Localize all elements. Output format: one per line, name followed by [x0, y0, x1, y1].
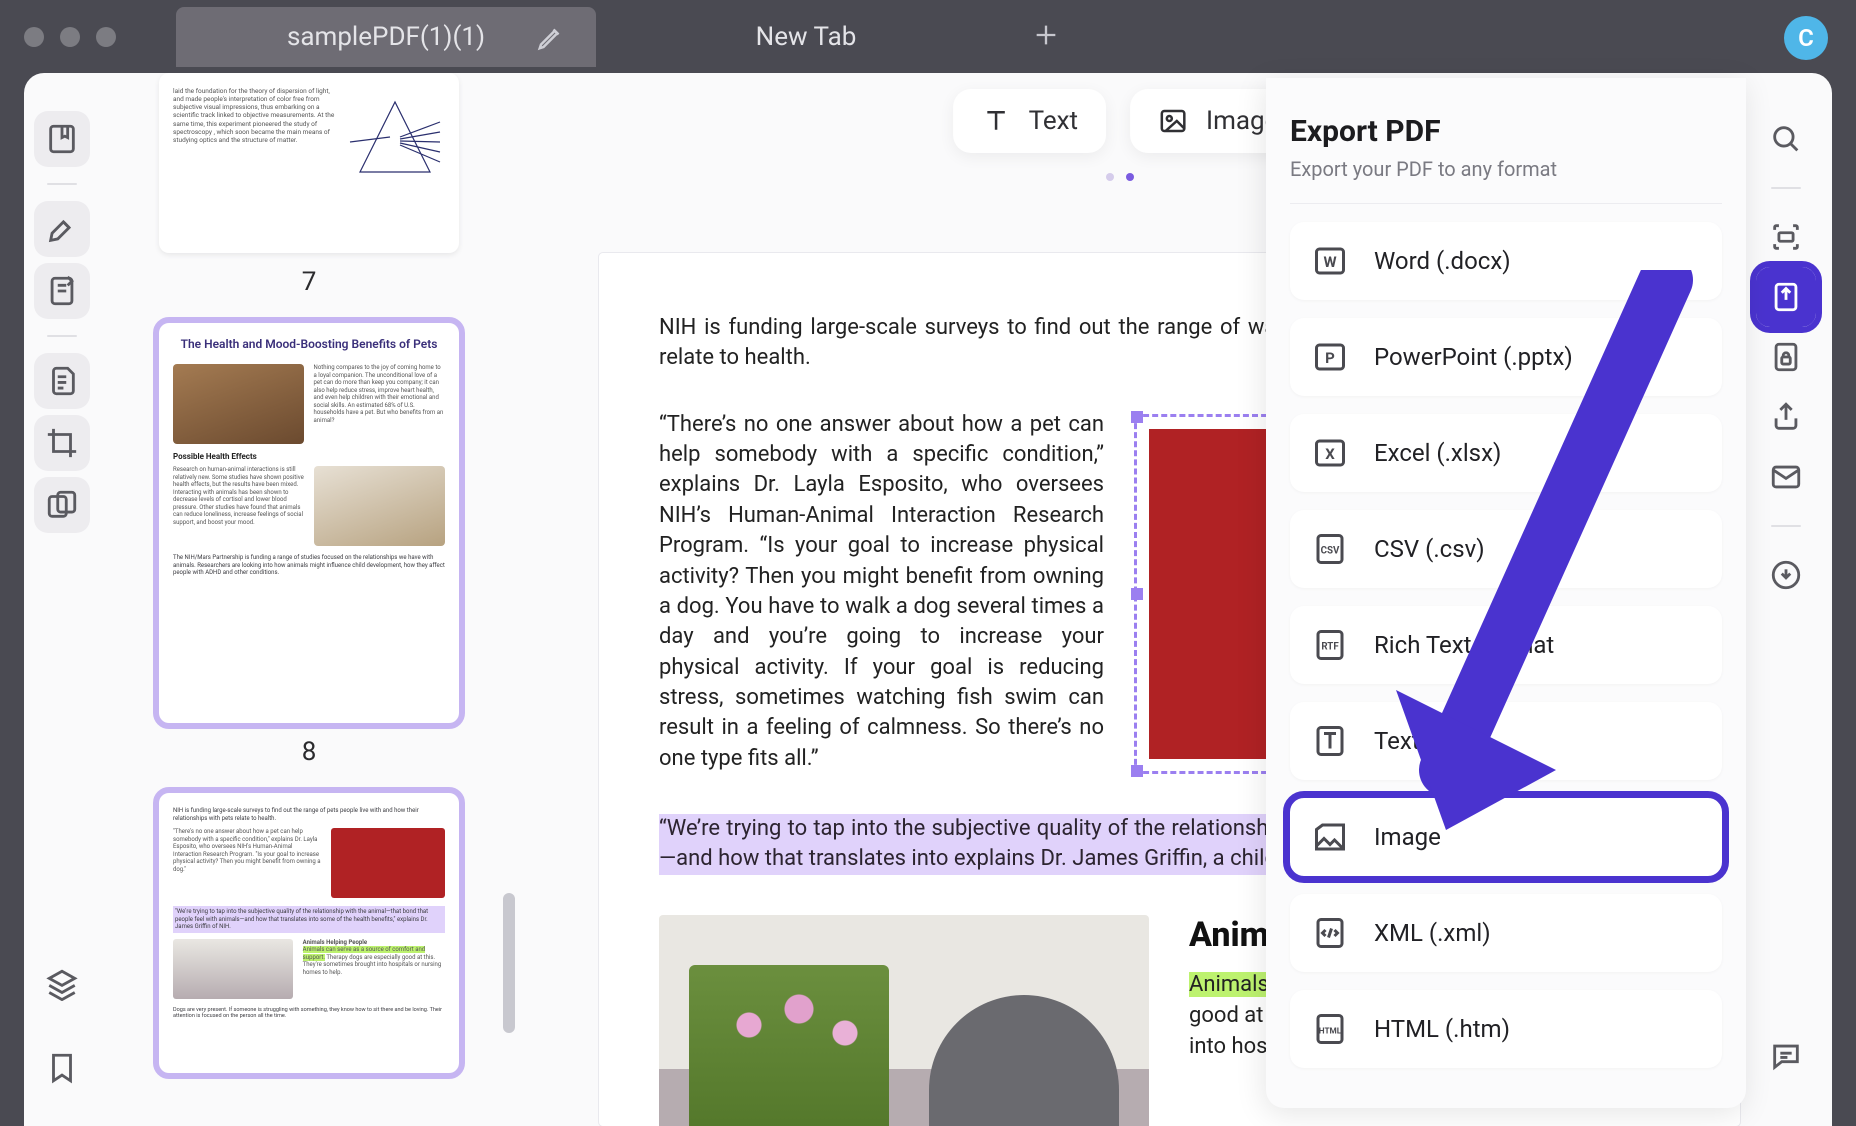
green-highlight: Animals [1189, 972, 1269, 997]
compare-icon[interactable] [34, 477, 90, 533]
export-ppt[interactable]: P PowerPoint (.pptx) [1290, 318, 1722, 396]
annotate-page-icon[interactable] [34, 263, 90, 319]
image-icon [1158, 106, 1188, 136]
comment-icon[interactable] [1756, 1026, 1816, 1086]
mail-icon[interactable] [1756, 447, 1816, 507]
resize-handle[interactable] [1131, 765, 1143, 777]
tool-text-label: Text [1029, 106, 1078, 136]
export-rtf-label: Rich Text Format [1374, 631, 1554, 659]
svg-text:W: W [1323, 253, 1336, 271]
traffic-min[interactable] [60, 27, 80, 47]
edit-tab-icon[interactable] [536, 22, 566, 52]
dot [1106, 173, 1114, 181]
html-icon: HTML [1312, 1011, 1348, 1047]
panel-subtitle: Export your PDF to any format [1290, 157, 1722, 181]
save-icon[interactable] [1756, 545, 1816, 605]
tab-new-label: New Tab [756, 22, 857, 52]
avatar[interactable]: C [1784, 16, 1828, 60]
export-txt[interactable]: Text (.txt) [1290, 702, 1722, 780]
search-icon[interactable] [1756, 109, 1816, 169]
bookmark-panel-icon[interactable] [34, 111, 90, 167]
export-panel: Export PDF Export your PDF to any format… [1266, 78, 1746, 1108]
highlighter-icon[interactable] [34, 201, 90, 257]
rail-separator [47, 335, 77, 337]
thumb-page-9[interactable]: NIH is funding large-scale surveys to fi… [159, 793, 459, 1073]
rail-separator [1771, 187, 1801, 189]
export-icon[interactable] [1756, 267, 1816, 327]
thumb-number: 8 [139, 737, 479, 767]
export-xml-label: XML (.xml) [1374, 919, 1491, 947]
layers-icon[interactable] [34, 956, 90, 1012]
xml-icon [1312, 915, 1348, 951]
export-excel[interactable]: X Excel (.xlsx) [1290, 414, 1722, 492]
export-excel-label: Excel (.xlsx) [1374, 439, 1501, 467]
svg-text:X: X [1325, 445, 1335, 463]
traffic-close[interactable] [24, 27, 44, 47]
csv-icon: CSV [1312, 531, 1348, 567]
svg-text:HTML: HTML [1319, 1027, 1342, 1037]
panel-divider [1290, 203, 1722, 204]
ocr-icon[interactable] [1756, 207, 1816, 267]
tool-indicator [1106, 173, 1154, 181]
add-tab-button[interactable] [1016, 16, 1076, 58]
export-word-label: Word (.docx) [1374, 247, 1511, 275]
edit-toolbar: Text Image [953, 89, 1307, 153]
tab-active[interactable]: samplePDF(1)(1) [176, 7, 596, 67]
tab-active-label: samplePDF(1)(1) [287, 22, 485, 52]
svg-text:RTF: RTF [1321, 642, 1339, 653]
txt-icon [1312, 723, 1348, 759]
thumb-subhead: Possible Health Effects [173, 452, 445, 462]
svg-text:P: P [1325, 349, 1335, 367]
export-word[interactable]: W Word (.docx) [1290, 222, 1722, 300]
export-html[interactable]: HTML HTML (.htm) [1290, 990, 1722, 1068]
ppt-icon: P [1312, 339, 1348, 375]
export-image-label: Image [1374, 823, 1441, 851]
rail-separator [1771, 525, 1801, 527]
resize-handle[interactable] [1131, 588, 1143, 600]
tab-new[interactable]: New Tab [596, 7, 1016, 67]
thumb-page-7[interactable]: laid the foundation for the theory of di… [159, 73, 459, 253]
excel-icon: X [1312, 435, 1348, 471]
left-rail [24, 73, 99, 1126]
text-icon [981, 106, 1011, 136]
resize-handle[interactable] [1131, 411, 1143, 423]
image-file-icon [1312, 819, 1348, 855]
word-icon: W [1312, 243, 1348, 279]
traffic-max[interactable] [96, 27, 116, 47]
export-csv[interactable]: CSV CSV (.csv) [1290, 510, 1722, 588]
tool-text[interactable]: Text [953, 89, 1106, 153]
rtf-icon: RTF [1312, 627, 1348, 663]
export-image[interactable]: Image [1290, 798, 1722, 876]
export-xml[interactable]: XML (.xml) [1290, 894, 1722, 972]
thumb-page-8[interactable]: The Health and Mood-Boosting Benefits of… [159, 323, 459, 723]
export-ppt-label: PowerPoint (.pptx) [1374, 343, 1573, 371]
tab-bar: samplePDF(1)(1) New Tab [176, 0, 1076, 73]
doc-quote: “There’s no one answer about how a pet c… [659, 410, 1104, 774]
rail-separator [47, 183, 77, 185]
export-html-label: HTML (.htm) [1374, 1015, 1510, 1043]
export-txt-label: Text (.txt) [1374, 727, 1476, 755]
window-controls [24, 27, 116, 47]
share-icon[interactable] [1756, 387, 1816, 447]
export-rtf[interactable]: RTF Rich Text Format [1290, 606, 1722, 684]
cat-tulip-image[interactable] [659, 915, 1149, 1126]
thumbnail-panel: laid the foundation for the theory of di… [99, 73, 519, 1126]
panel-title: Export PDF [1290, 114, 1722, 149]
lock-page-icon[interactable] [1756, 327, 1816, 387]
thumb-title: The Health and Mood-Boosting Benefits of… [173, 337, 445, 352]
avatar-initial: C [1798, 24, 1814, 52]
prism-diagram-icon [345, 87, 445, 190]
titlebar: samplePDF(1)(1) New Tab C [0, 0, 1856, 73]
export-csv-label: CSV (.csv) [1374, 535, 1485, 563]
thumb-number: 7 [139, 267, 479, 297]
svg-text:CSV: CSV [1321, 546, 1340, 557]
dot-active [1126, 173, 1134, 181]
right-rail [1740, 73, 1832, 1126]
bookmark-icon[interactable] [34, 1040, 90, 1096]
crop-icon[interactable] [34, 415, 90, 471]
pages-icon[interactable] [34, 353, 90, 409]
